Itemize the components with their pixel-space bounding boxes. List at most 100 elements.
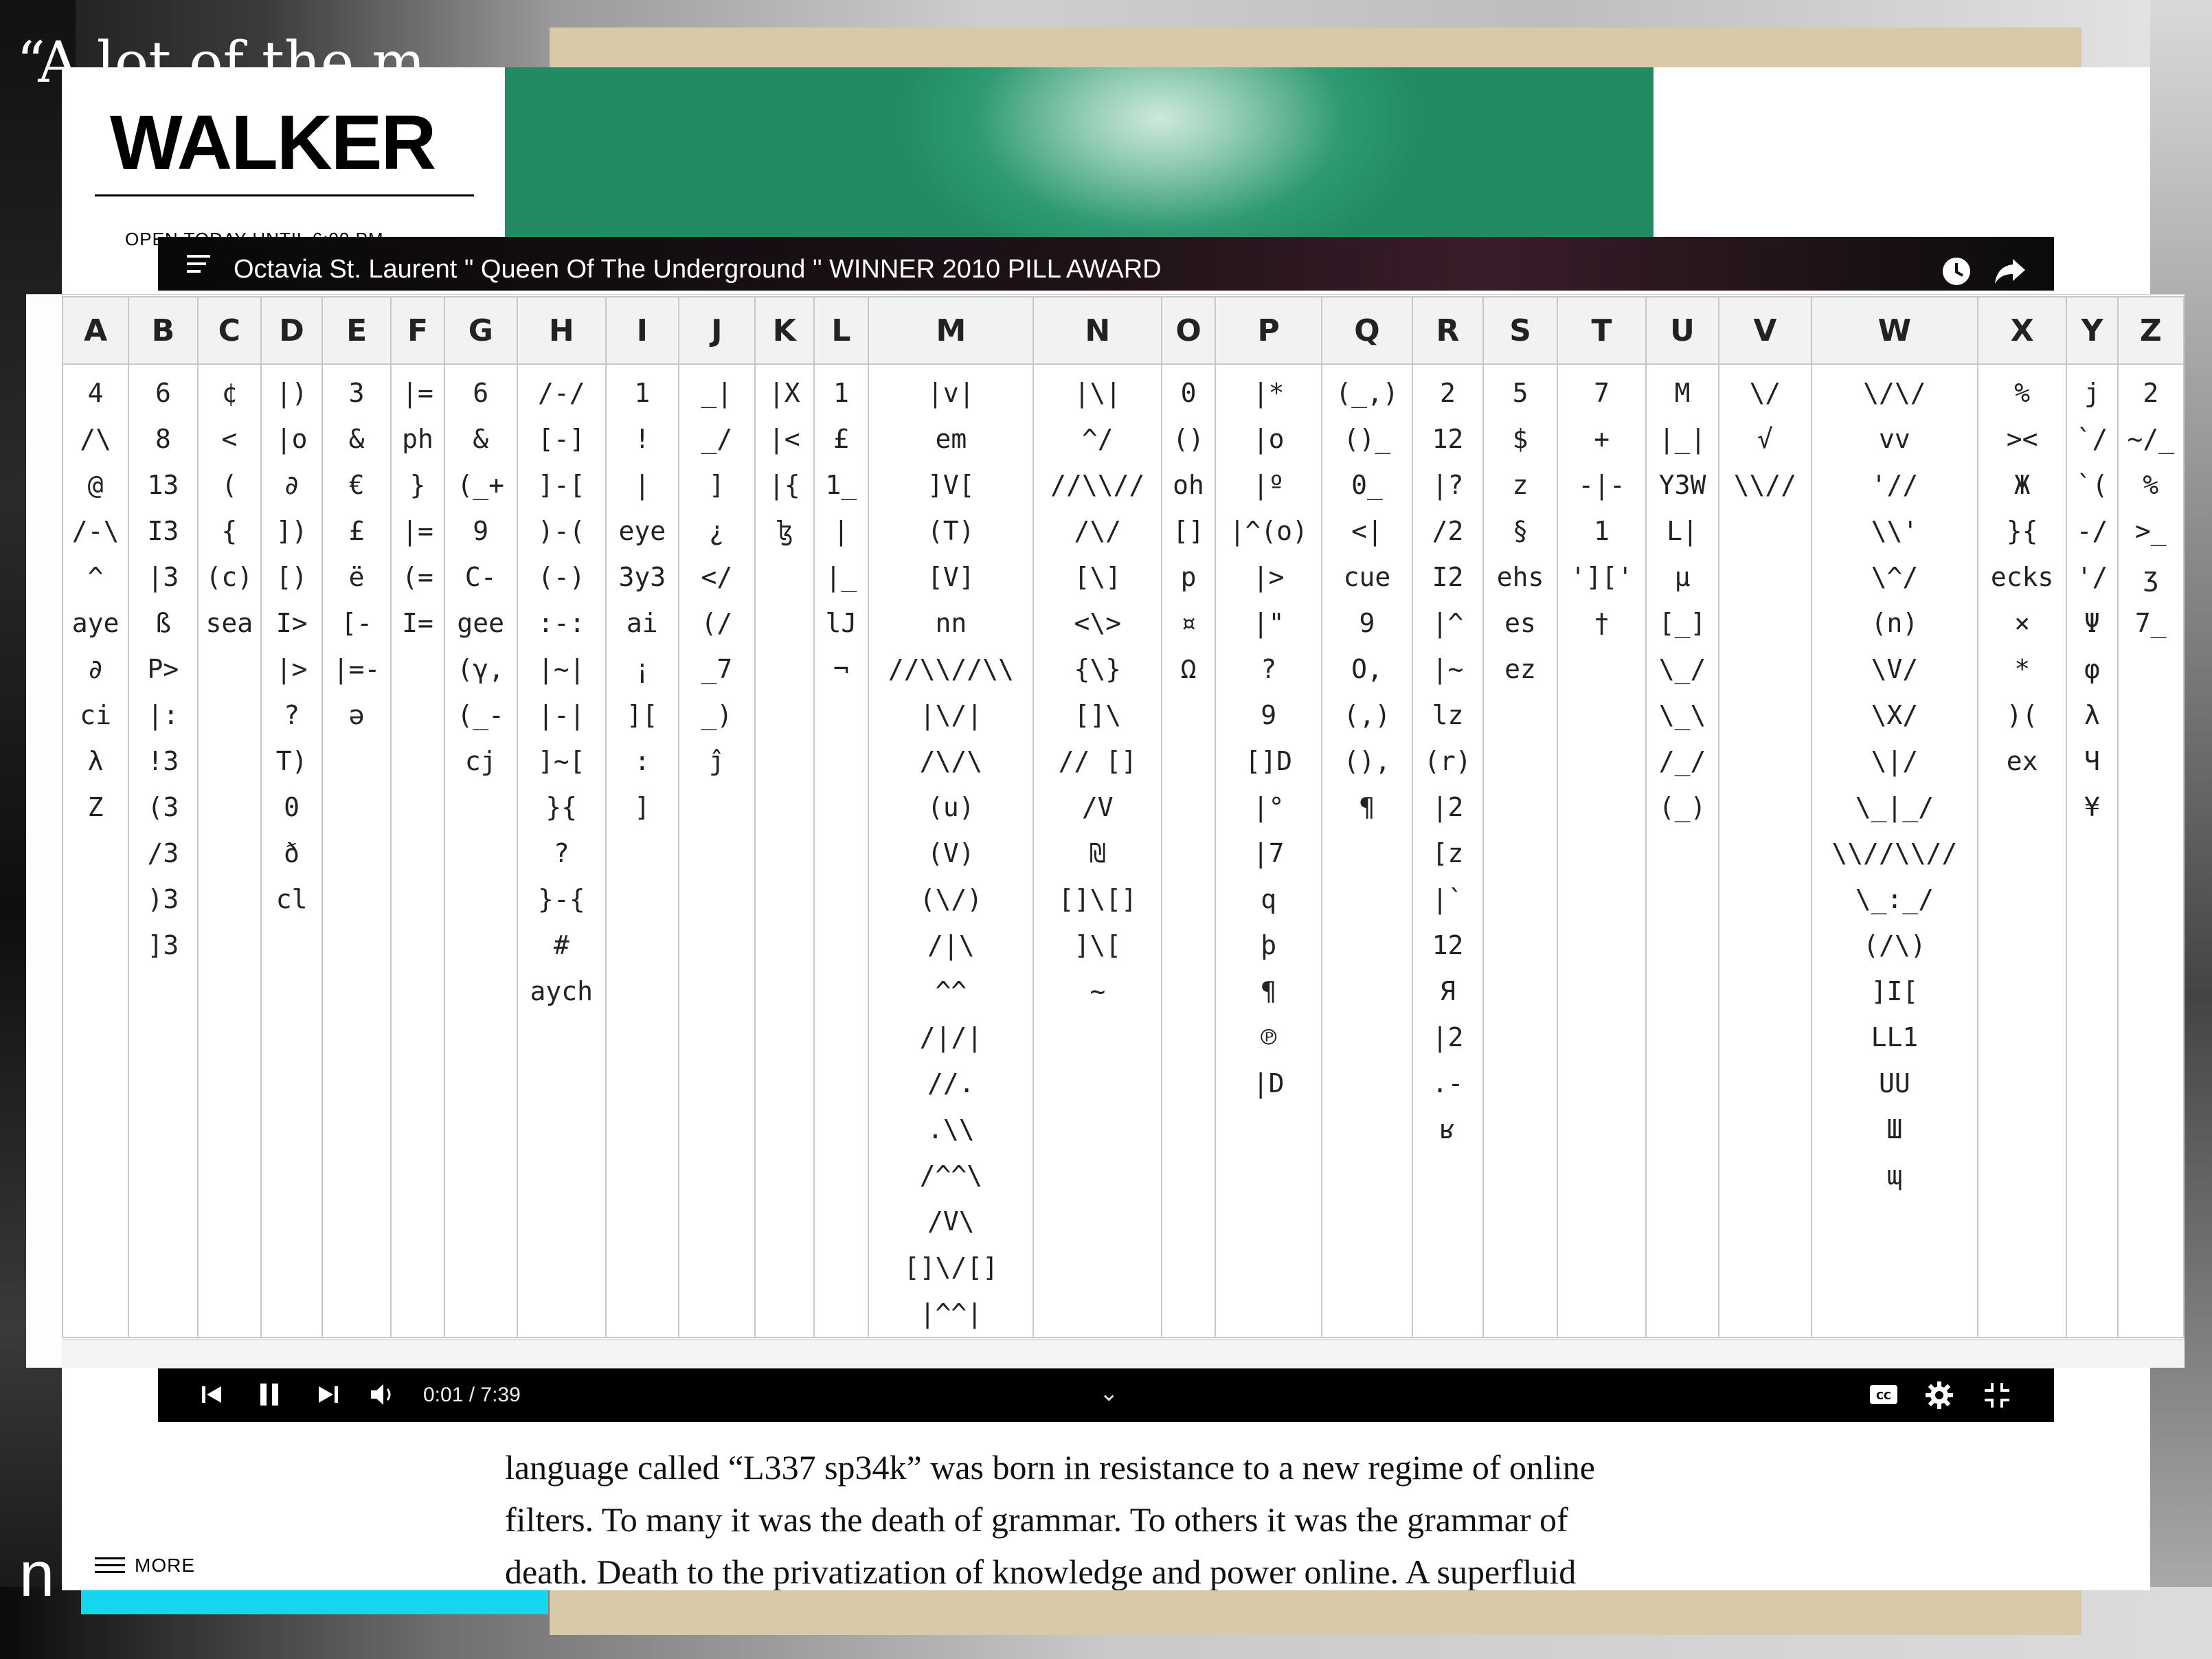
leet-entry: [V] (927, 562, 975, 592)
leet-entry: cl (275, 884, 308, 914)
leet-entry: 1_ (825, 470, 857, 500)
leet-entry: ¥ (2084, 792, 2100, 822)
leet-entry: |o (275, 424, 308, 454)
skip-previous-icon[interactable] (198, 1381, 225, 1408)
leet-entry: (_+ (457, 470, 505, 500)
column-header-l: L (813, 296, 870, 365)
share-icon[interactable] (1994, 256, 2027, 286)
leet-entry: |D (1252, 1068, 1285, 1098)
video-title[interactable]: Octavia St. Laurent " Queen Of The Under… (234, 255, 1162, 284)
leet-entry: /\ (80, 424, 111, 454)
leet-entry: \_\ (1658, 700, 1706, 730)
leet-entry: ¬ (833, 654, 849, 684)
exit-fullscreen-icon[interactable] (1983, 1381, 2011, 1410)
leet-entry: 3y3 (618, 562, 666, 592)
leet-entry: ez (1504, 654, 1536, 684)
leet-entry: lz (1432, 700, 1464, 730)
leet-entry: 0 (1180, 378, 1197, 408)
leet-entry: \\//\\// (1831, 838, 1958, 868)
volume-icon[interactable] (368, 1381, 398, 1408)
leet-entry: _/ (701, 424, 733, 454)
playlist-icon[interactable] (187, 255, 212, 278)
leet-entry: )3 (147, 884, 179, 914)
leet-entry: |_ (825, 562, 857, 592)
leet-entry: M (1674, 378, 1691, 408)
column-cell-n: |\| ^/ //\\// /\/ [\] <\> {\} []\ // [] /V ₪ []\[]]… (1032, 364, 1163, 1338)
leet-entry: /V (1081, 792, 1114, 822)
column-cell-x: % >< Ж}{ecks × *)(ex (1976, 364, 2068, 1338)
captions-icon[interactable]: CC (1869, 1381, 1899, 1408)
leet-entry: £ (833, 424, 849, 454)
column-cell-l: 1 £1_ | |_ lJ ¬ (813, 364, 870, 1338)
leet-entry: (_) (1658, 792, 1706, 822)
leet-entry: vv (1879, 424, 1910, 454)
leet-entry: Ч (2084, 746, 2100, 776)
leet-entry: [- (341, 608, 372, 638)
leet-entry: (/\) (1863, 930, 1926, 960)
leet-entry: L| (1667, 516, 1698, 546)
leet-entry: |~| (537, 654, 585, 684)
leet-entry: 13 (147, 470, 179, 500)
leet-entry: O, (1351, 654, 1383, 684)
settings-icon[interactable] (1925, 1381, 1954, 1410)
leet-entry: & (473, 424, 489, 454)
leet-entry: † (1594, 608, 1610, 638)
leet-entry: aye (71, 608, 120, 638)
leet-entry: ? (284, 700, 300, 730)
chevron-down-icon[interactable]: ⌄ (1099, 1379, 1119, 1407)
leet-entry: |° (1252, 792, 1285, 822)
leet-entry: 12 (1432, 424, 1464, 454)
leet-entry: |o (1252, 424, 1285, 454)
leet-entry: (_,) (1335, 378, 1399, 408)
leet-entry: Z (87, 792, 104, 822)
leet-alphabet-table-container: ABCDEFGHIJKLMNOPQRSTUVWXYZ 4/\ @/-\ ^ aye ∂ c… (26, 294, 2185, 1368)
walker-logo[interactable]: WALKER (110, 98, 436, 187)
leet-entry: |X (768, 378, 800, 408)
column-cell-d: |) |o ∂]) [) I> |>? T) 0 ð cl (260, 364, 324, 1338)
column-cell-r: 2 12 |? /2 I2 |^ |~ lz (r) |2 [z |` 12 Я |2 .- ʁ (1411, 364, 1485, 1338)
leet-entry: []D (1245, 746, 1292, 776)
leet-entry: nn (935, 608, 967, 638)
leet-entry: 9 (1359, 608, 1375, 638)
leet-entry: /|/| (919, 1022, 983, 1052)
leet-entry: /-\ (71, 516, 120, 546)
column-cell-f: |= ph} |= (= I= (390, 364, 445, 1338)
leet-entry: ¢ (221, 378, 238, 408)
leet-entry: |\/| (919, 700, 983, 730)
leet-entry: I= (402, 608, 433, 638)
leet-entry: q (1261, 884, 1277, 914)
leet-entry: € (348, 470, 365, 500)
leet-entry: | (833, 516, 849, 546)
leet-entry: >< (2006, 424, 2038, 454)
column-header-k: K (754, 296, 815, 365)
leet-entry: 2 (1440, 378, 1456, 408)
leet-entry: \X/ (1871, 700, 1919, 730)
clock-icon[interactable] (1941, 256, 1972, 286)
leet-entry: /\/ (1074, 516, 1122, 546)
leet-entry: 0 (284, 792, 300, 822)
leet-entry: (V) (927, 838, 975, 868)
leet-entry: } (409, 470, 426, 500)
leet-entry: _| (701, 378, 733, 408)
column-header-a: A (61, 296, 130, 365)
pause-icon[interactable] (256, 1381, 283, 1408)
table-scrollbar[interactable] (62, 1339, 2185, 1368)
more-menu-button[interactable]: MORE (95, 1553, 195, 1578)
column-cell-o: 0 () oh [] p ¤ Ω (1161, 364, 1216, 1338)
leet-entry: 7 (1594, 378, 1610, 408)
leet-entry: aych (530, 976, 594, 1006)
leet-entry: UU (1879, 1068, 1910, 1098)
leet-entry: ʒ (2143, 562, 2159, 592)
background-letter: n (19, 1539, 55, 1610)
skip-next-icon[interactable] (315, 1381, 342, 1408)
leet-entry: eye (618, 516, 666, 546)
leet-entry: //\\//\\ (888, 654, 1014, 684)
leet-entry: P> (147, 654, 179, 684)
leet-entry: /\/\ (919, 746, 983, 776)
leet-entry: 8 (155, 424, 171, 454)
column-header-n: N (1032, 296, 1163, 365)
leet-alphabet-table: ABCDEFGHIJKLMNOPQRSTUVWXYZ 4/\ @/-\ ^ aye ∂ c… (61, 296, 2185, 1338)
column-header-s: S (1482, 296, 1558, 365)
column-header-b: B (128, 296, 199, 365)
leet-entry: ß (155, 608, 171, 638)
